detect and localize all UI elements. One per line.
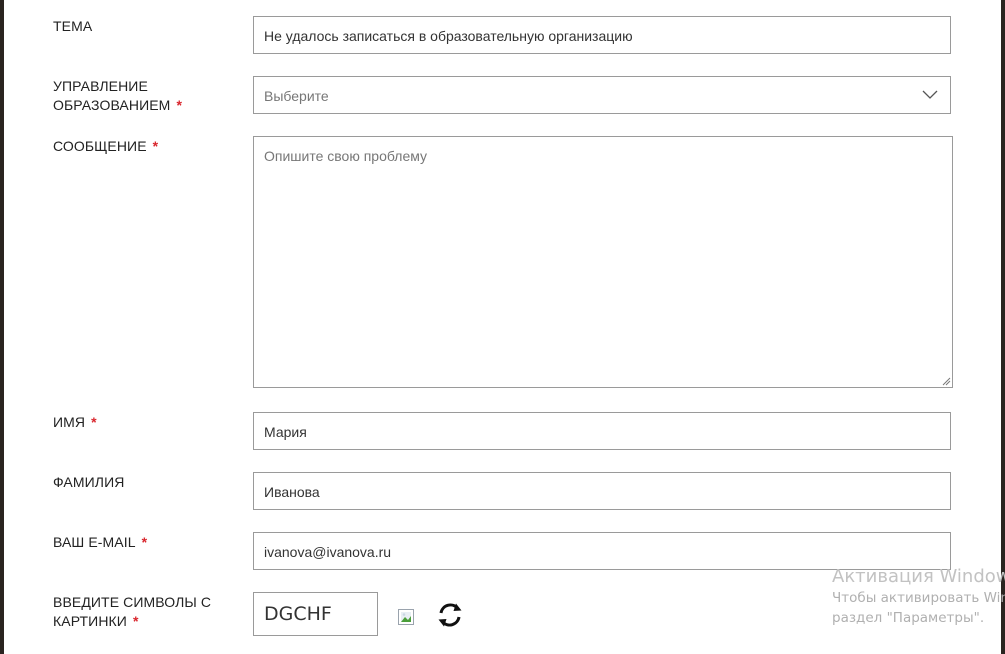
watermark-line1: Чтобы активировать Windows, перейдите в [832,590,1005,606]
feedback-form-page: ТЕМА Не удалось записаться в образовател… [4,0,1001,654]
message-label: СООБЩЕНИЕ * [53,137,238,156]
required-mark: * [91,414,97,430]
education-department-select[interactable]: Выберите [253,76,951,114]
subject-value: Не удалось записаться в образовательную … [264,28,633,44]
captcha-input[interactable]: DGCHF [253,592,378,636]
required-mark: * [152,138,159,154]
last-name-input[interactable]: Иванова [253,472,951,510]
captcha-label: ВВЕДИТЕ СИМВОЛЫ С КАРТИНКИ * [53,593,238,631]
watermark-line2: раздел "Параметры". [832,610,985,626]
email-label: ВАШ E-MAIL * [53,533,238,552]
email-value: ivanova@ivanova.ru [264,544,392,560]
email-label-text: ВАШ E-MAIL [53,534,136,550]
first-name-label-text: ИМЯ [53,414,86,430]
education-department-selected: Выберите [264,88,329,104]
chevron-down-icon [922,90,938,99]
message-placeholder: Опишите свою проблему [264,148,428,164]
windows-activation-watermark: Активация Windows Чтобы активировать Win… [832,566,1005,628]
subject-label: ТЕМА [53,18,93,34]
refresh-icon[interactable] [435,600,465,630]
required-mark: * [176,97,182,113]
captcha-value: DGCHF [264,603,332,625]
subject-input[interactable]: Не удалось записаться в образовательную … [253,16,951,54]
captcha-label-line2: КАРТИНКИ [53,613,127,629]
first-name-value: Мария [264,424,307,440]
required-mark: * [141,534,148,550]
message-textarea[interactable]: Опишите свою проблему [253,136,953,388]
education-department-label: УПРАВЛЕНИЕ ОБРАЗОВАНИЕМ * [53,77,238,115]
first-name-input[interactable]: Мария [253,412,951,450]
first-name-label: ИМЯ * [53,413,238,432]
email-input[interactable]: ivanova@ivanova.ru [253,532,951,570]
last-name-value: Иванова [264,484,320,500]
message-label-text: СООБЩЕНИЕ [53,138,147,154]
education-department-label-line1: УПРАВЛЕНИЕ [53,78,148,94]
broken-image-icon [398,609,414,625]
last-name-label: ФАМИЛИЯ [53,473,238,492]
watermark-title: Активация Windows [832,566,1005,587]
resize-handle-icon[interactable] [941,376,951,386]
captcha-label-line1: ВВЕДИТЕ СИМВОЛЫ С [53,594,212,610]
last-name-label-text: ФАМИЛИЯ [53,474,125,490]
required-mark: * [132,613,139,629]
education-department-label-line2: ОБРАЗОВАНИЕМ [53,97,171,113]
